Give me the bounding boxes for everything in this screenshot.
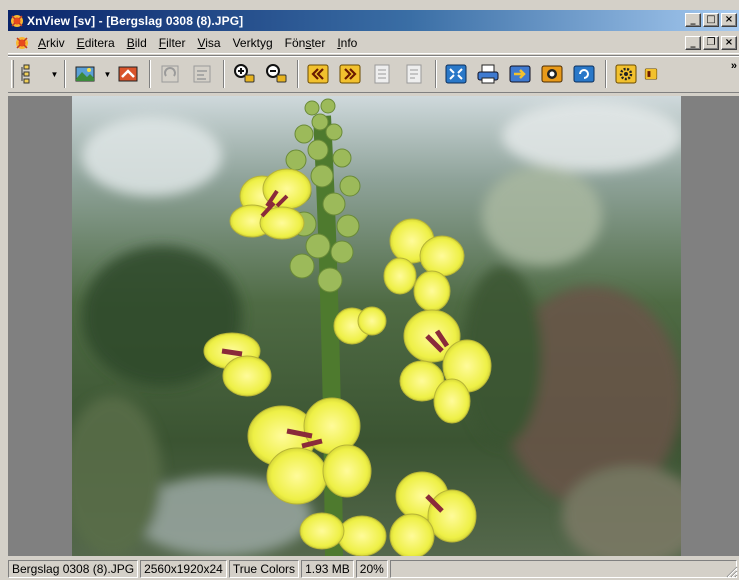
- status-filename: Bergslag 0308 (8).JPG: [8, 560, 139, 578]
- image-view[interactable]: [8, 96, 739, 556]
- window-title: XnView [sv] - [Bergslag 0308 (8).JPG]: [27, 13, 244, 28]
- status-dimensions: 2560x1920x24: [140, 560, 227, 578]
- open-dropdown-arrow[interactable]: ▼: [103, 60, 112, 88]
- convert-icon[interactable]: [506, 60, 534, 88]
- browser-dropdown-arrow[interactable]: ▼: [50, 60, 59, 88]
- next-image-icon[interactable]: [336, 60, 364, 88]
- document-close-button[interactable]: ×: [721, 36, 737, 50]
- previous-image-icon[interactable]: [304, 60, 332, 88]
- menu-visa[interactable]: Visa: [191, 36, 226, 50]
- redo-icon[interactable]: [188, 60, 216, 88]
- document-restore-button[interactable]: ❐: [703, 36, 719, 50]
- toolbar-grip[interactable]: [11, 60, 14, 88]
- displayed-photo: [72, 96, 681, 556]
- toolbar-separator: [605, 60, 607, 88]
- menu-bar: Arkiv Editera Bild Filter Visa Verktyg F…: [8, 32, 739, 54]
- zoom-in-icon[interactable]: [230, 60, 258, 88]
- status-zoom: 20%: [355, 560, 388, 578]
- menu-arkiv[interactable]: Arkiv: [32, 36, 71, 50]
- title-bar[interactable]: XnView [sv] - [Bergslag 0308 (8).JPG] _ …: [8, 10, 739, 31]
- status-colors: True Colors: [228, 560, 300, 578]
- menu-fonster[interactable]: Fönster: [279, 36, 332, 50]
- toolbar-separator: [297, 60, 299, 88]
- menu-filter[interactable]: Filter: [153, 36, 192, 50]
- help-icon[interactable]: [644, 60, 658, 88]
- print-icon[interactable]: [474, 60, 502, 88]
- menu-verktyg[interactable]: Verktyg: [227, 36, 279, 50]
- toolbar-separator: [149, 60, 151, 88]
- document-minimize-button[interactable]: _: [685, 36, 701, 50]
- menu-bild[interactable]: Bild: [121, 36, 153, 50]
- toolbar-separator: [223, 60, 225, 88]
- menu-info[interactable]: Info: [331, 36, 363, 50]
- toolbar-separator: [435, 60, 437, 88]
- resize-grip-icon[interactable]: [726, 566, 738, 578]
- status-empty-pane: [389, 560, 737, 578]
- open-image-icon[interactable]: [71, 60, 99, 88]
- toolbar-overflow-chevron[interactable]: »: [731, 60, 737, 72]
- maximize-button[interactable]: □: [703, 13, 719, 27]
- next-page-icon[interactable]: [400, 60, 428, 88]
- browser-icon[interactable]: [18, 60, 46, 88]
- toolbar-separator: [64, 60, 66, 88]
- zoom-out-icon[interactable]: [262, 60, 290, 88]
- fullscreen-icon[interactable]: [442, 60, 470, 88]
- refresh-icon[interactable]: [570, 60, 598, 88]
- save-image-icon[interactable]: [114, 60, 142, 88]
- first-page-icon[interactable]: [368, 60, 396, 88]
- settings-icon[interactable]: [612, 60, 640, 88]
- toolbar: ▼ ▼ »: [8, 55, 739, 93]
- minimize-button[interactable]: _: [685, 13, 701, 27]
- capture-icon[interactable]: [538, 60, 566, 88]
- undo-icon[interactable]: [156, 60, 184, 88]
- xnview-app-icon[interactable]: [10, 14, 24, 28]
- document-system-menu-icon[interactable]: [14, 35, 30, 51]
- menu-editera[interactable]: Editera: [71, 36, 121, 50]
- status-bar: Bergslag 0308 (8).JPG 2560x1920x24 True …: [8, 558, 739, 580]
- status-filesize: 1.93 MB: [301, 560, 354, 578]
- close-button[interactable]: ×: [721, 13, 737, 27]
